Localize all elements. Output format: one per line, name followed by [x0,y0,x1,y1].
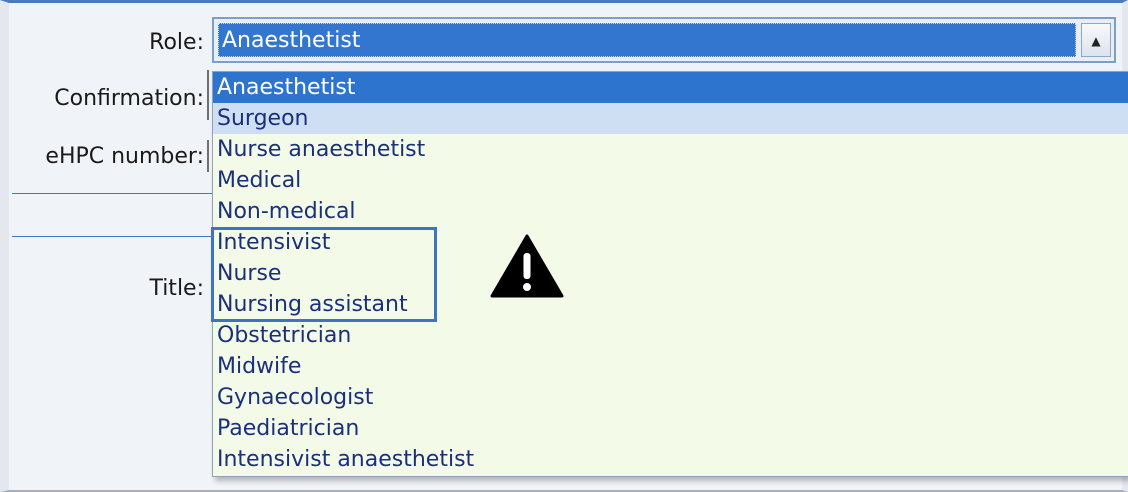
dropdown-arrow-icon[interactable]: ▲ [1081,23,1111,57]
dropdown-option[interactable]: Anaesthetist [213,72,1128,103]
dropdown-option[interactable]: Obstetrician [213,320,1128,351]
role-select[interactable]: Anaesthetist ▲ [212,17,1116,63]
ehpc-field-edge [207,140,209,172]
dropdown-option[interactable]: Midwife [213,351,1128,382]
title-label: Title: [149,276,204,301]
dropdown-option[interactable]: Nurse anaesthetist [213,134,1128,165]
role-select-value: Anaesthetist [218,23,1076,57]
dropdown-option[interactable]: Non-medical [213,196,1128,227]
dropdown-option[interactable]: Medical [213,165,1128,196]
annotation-highlight-box [211,227,437,322]
confirmation-field-edge [207,70,209,120]
dropdown-option[interactable]: Gynaecologist [213,382,1128,413]
dropdown-option[interactable]: Surgeon [213,103,1128,134]
ehpc-number-label: eHPC number: [45,144,204,169]
separator-line [12,193,212,194]
dropdown-option[interactable]: Intensivist anaesthetist [213,444,1128,475]
warning-triangle-icon [490,233,564,299]
separator-line [12,236,212,237]
confirmation-label: Confirmation: [54,86,204,111]
dropdown-option[interactable]: Paediatrician [213,413,1128,444]
role-label: Role: [149,30,204,55]
